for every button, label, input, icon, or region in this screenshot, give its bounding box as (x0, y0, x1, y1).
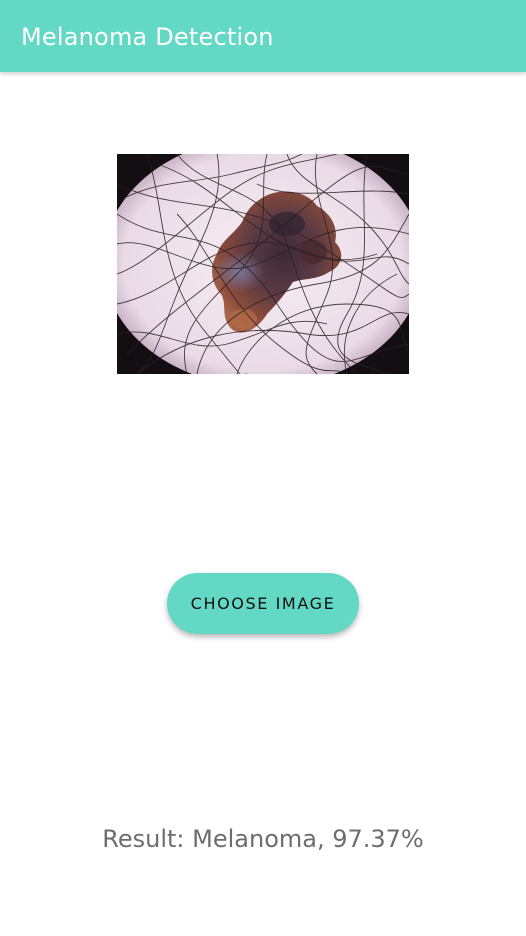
lesion-preview-image (117, 154, 409, 374)
main-content: CHOOSE IMAGE Result: Melanoma, 97.37% (0, 72, 526, 936)
app-bar: Melanoma Detection (0, 0, 526, 72)
app-title: Melanoma Detection (21, 23, 274, 51)
choose-image-button[interactable]: CHOOSE IMAGE (167, 573, 359, 634)
result-text: Result: Melanoma, 97.37% (102, 825, 424, 853)
